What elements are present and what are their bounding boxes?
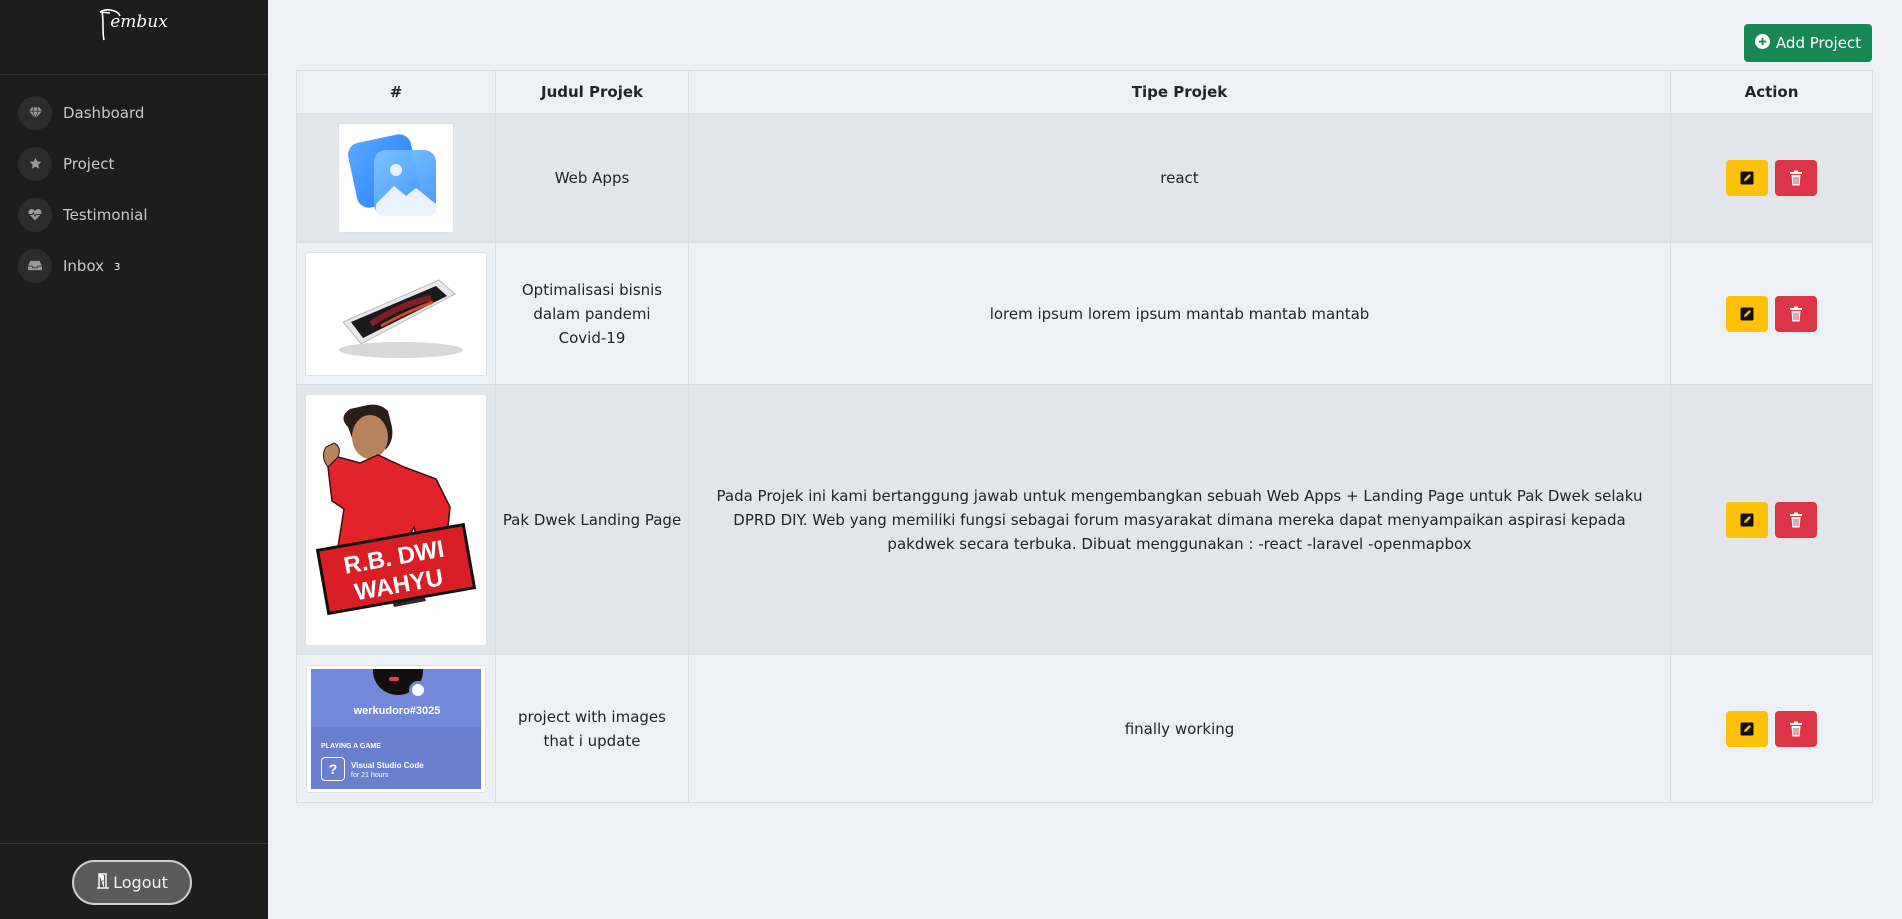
project-title-cell: Optimalisasi bisnis dalam pandemi Covid-… <box>495 242 689 385</box>
table-row: Optimalisasi bisnis dalam pandemi Covid-… <box>296 242 1873 385</box>
project-thumbnail-image <box>338 123 454 233</box>
action-cell <box>1670 242 1873 385</box>
projects-table: # Judul Projek Tipe Projek Action Web Ap… <box>296 70 1873 803</box>
edit-button[interactable] <box>1726 160 1768 196</box>
action-cell <box>1670 113 1873 243</box>
thumbnail-cell: werkudoro#3025 PLAYING A GAME ? Visual S… <box>296 654 496 803</box>
column-header-type: Tipe Projek <box>688 70 1671 114</box>
trash-icon <box>1790 306 1802 321</box>
project-thumbnail-image: werkudoro#3025 PLAYING A GAME ? Visual S… <box>306 664 486 793</box>
plus-circle-icon <box>1754 33 1770 53</box>
door-icon <box>96 872 110 893</box>
sidebar-item-inbox[interactable]: Inbox 3 <box>0 240 268 291</box>
column-header-title: Judul Projek <box>495 70 689 114</box>
logout-button[interactable]: Logout <box>72 860 192 905</box>
edit-button[interactable] <box>1726 710 1768 747</box>
edit-button[interactable] <box>1726 295 1768 332</box>
inbox-icon <box>18 248 52 283</box>
thumbnail-cell <box>296 242 496 385</box>
sidebar: embux Dashboard Project Testimonial Inbo… <box>0 0 268 919</box>
sidebar-item-label: Project <box>63 154 115 173</box>
table-row: werkudoro#3025 PLAYING A GAME ? Visual S… <box>296 654 1873 803</box>
sidebar-nav: Dashboard Project Testimonial Inbox 3 <box>0 87 268 291</box>
logo-area: embux <box>0 0 268 75</box>
table-row: R.B. DWI WAHYU Pak Dwek Landing Page Pad… <box>296 384 1873 655</box>
project-title-cell: Pak Dwek Landing Page <box>495 384 689 655</box>
project-type-cell: Pada Projek ini kami bertanggung jawab u… <box>688 384 1671 655</box>
project-thumbnail-image: R.B. DWI WAHYU <box>305 393 487 646</box>
delete-button[interactable] <box>1775 160 1817 196</box>
sidebar-item-dashboard[interactable]: Dashboard <box>0 87 268 138</box>
logo[interactable]: embux <box>99 9 168 41</box>
project-type-cell: react <box>688 113 1671 243</box>
trash-icon <box>1790 170 1802 186</box>
pencil-square-icon <box>1740 722 1754 735</box>
trash-icon <box>1790 512 1802 527</box>
column-header-action: Action <box>1670 70 1873 114</box>
project-title-cell: project with images that i update <box>495 654 689 803</box>
pencil-square-icon <box>1740 171 1754 185</box>
table-row: Web Apps react <box>296 113 1873 243</box>
sidebar-item-label: Testimonial <box>63 205 148 224</box>
inbox-count-badge: 3 <box>114 262 121 273</box>
thumbnail-cell: R.B. DWI WAHYU <box>296 384 496 655</box>
sidebar-footer: Logout <box>0 843 268 919</box>
project-thumbnail-image <box>305 251 487 376</box>
needle-logo-icon <box>99 9 121 41</box>
project-type-cell: lorem ipsum lorem ipsum mantab mantab ma… <box>688 242 1671 385</box>
star-icon <box>18 146 52 181</box>
add-project-button[interactable]: Add Project <box>1744 24 1872 62</box>
delete-button[interactable] <box>1775 501 1817 538</box>
thumbnail-cell <box>296 113 496 243</box>
trash-icon <box>1790 721 1802 736</box>
sidebar-item-label: Inbox <box>63 256 105 275</box>
delete-button[interactable] <box>1775 710 1817 747</box>
gem-icon <box>18 95 52 130</box>
edit-button[interactable] <box>1726 501 1768 538</box>
heart-pulse-icon <box>18 197 52 232</box>
delete-button[interactable] <box>1775 295 1817 332</box>
pencil-square-icon <box>1740 513 1754 526</box>
logout-label: Logout <box>113 873 168 892</box>
sidebar-item-project[interactable]: Project <box>0 138 268 189</box>
table-header-row: # Judul Projek Tipe Projek Action <box>296 70 1873 114</box>
add-project-label: Add Project <box>1775 34 1862 52</box>
sidebar-item-label: Dashboard <box>63 103 145 122</box>
sidebar-item-testimonial[interactable]: Testimonial <box>0 189 268 240</box>
pencil-square-icon <box>1740 307 1754 320</box>
column-header-number: # <box>296 70 496 114</box>
action-cell <box>1670 654 1873 803</box>
action-cell <box>1670 384 1873 655</box>
project-type-cell: finally working <box>688 654 1671 803</box>
project-title-cell: Web Apps <box>495 113 689 243</box>
